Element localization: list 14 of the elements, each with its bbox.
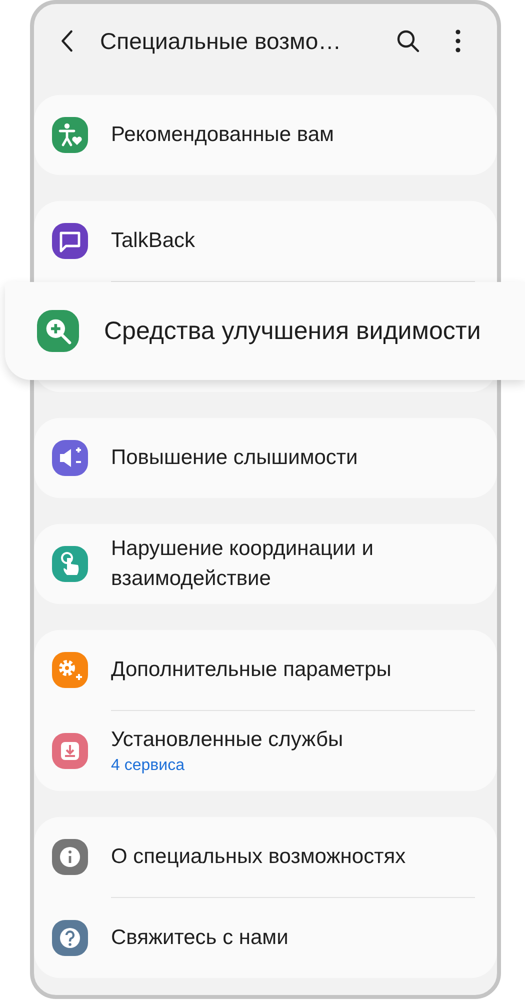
menu-item[interactable]: Дополнительные параметры: [34, 630, 497, 710]
menu-item[interactable]: Рекомендованные вам: [34, 95, 497, 175]
menu-item[interactable]: Нарушение координации и взаимодействие: [34, 524, 497, 604]
menu-item[interactable]: Повышение слышимости: [34, 418, 497, 498]
menu-item[interactable]: Средства улучшения видимости: [5, 282, 525, 380]
screen-title: Специальные возмо…: [100, 28, 342, 54]
menu-item[interactable]: Свяжитесь с нами: [34, 898, 497, 978]
search-icon[interactable]: [396, 29, 420, 53]
item-subtitle: 4 сервиса: [111, 756, 186, 776]
menu-item[interactable]: О специальных возможностях: [34, 817, 497, 897]
menu-item[interactable]: TalkBack: [34, 201, 497, 281]
more-options-icon[interactable]: [455, 29, 461, 53]
menu-item[interactable]: Установленные службы 4 сервиса: [34, 711, 497, 791]
back-icon[interactable]: [60, 29, 74, 53]
